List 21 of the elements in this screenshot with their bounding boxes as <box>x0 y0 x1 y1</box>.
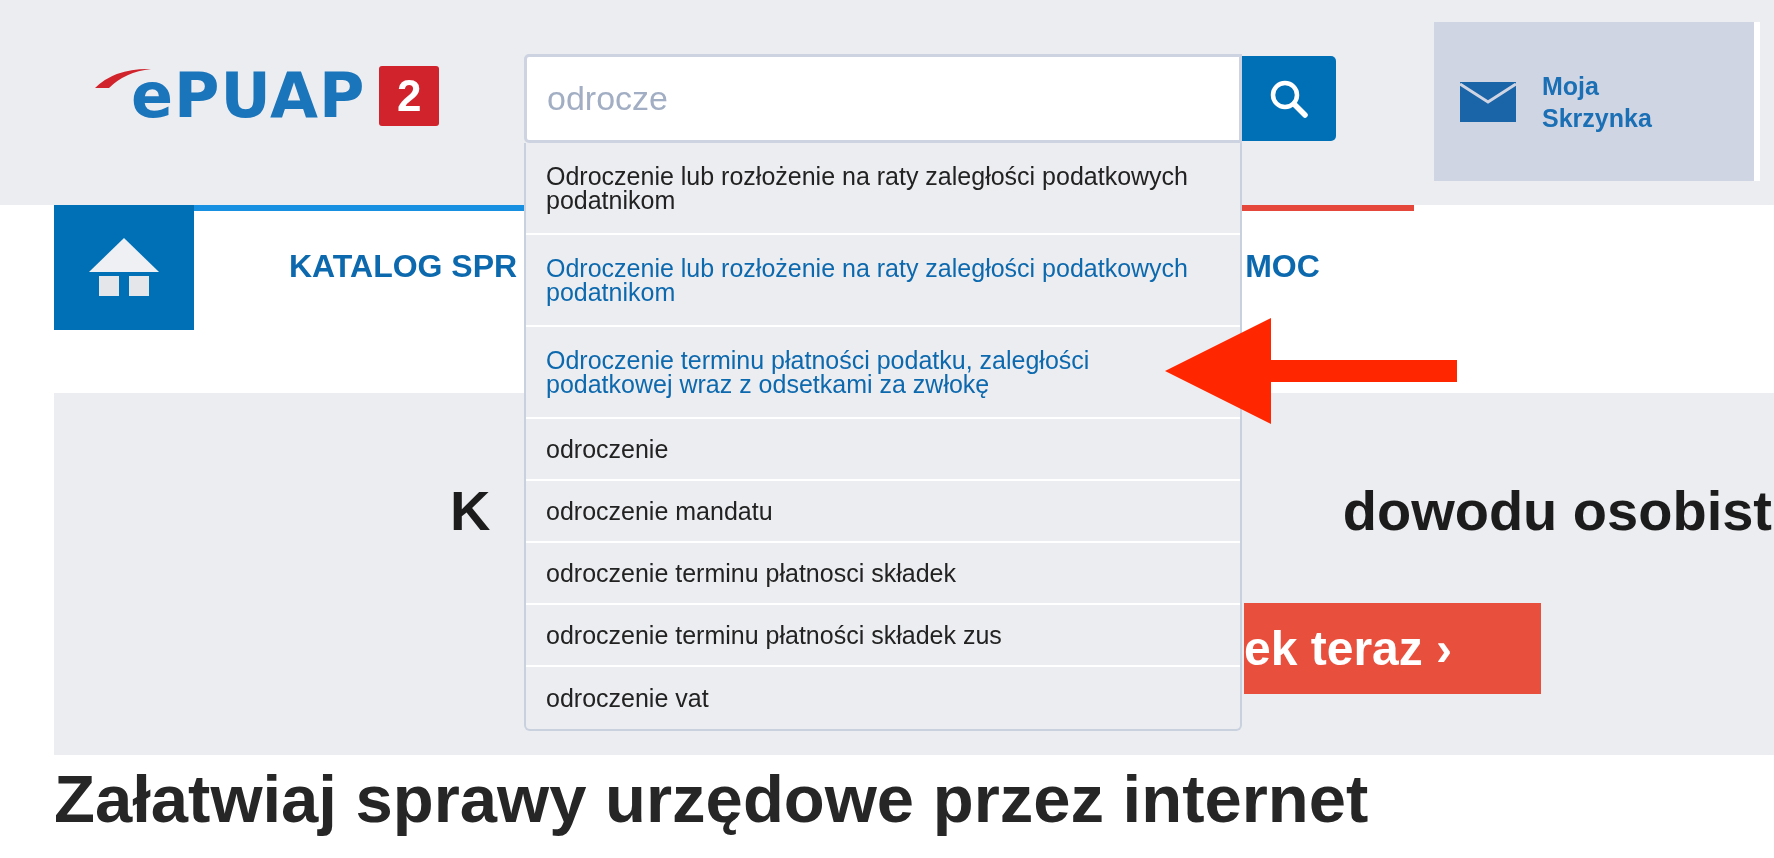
mailbox-link[interactable]: Moja Skrzynka <box>1434 22 1760 181</box>
banner-button[interactable]: ek teraz › <box>1244 603 1541 694</box>
page-heading: Załatwiaj sprawy urzędowe przez internet <box>54 760 1370 838</box>
suggestion-item[interactable]: odroczenie terminu płatności składek zus <box>526 605 1240 667</box>
search-button[interactable] <box>1242 56 1336 141</box>
suggestion-item[interactable]: odroczenie mandatu <box>526 481 1240 543</box>
suggestion-item[interactable]: Odroczenie lub rozłożenie na raty zaległości podatkowych podatnikom <box>526 143 1240 235</box>
home-button[interactable] <box>54 205 194 330</box>
banner-title: dowodu osobist <box>1342 478 1772 543</box>
suggestion-item[interactable]: Odroczenie lub rozłożenie na raty zaległości podatkowych podatnikom <box>526 235 1240 327</box>
logo-text[interactable]: ePUAP <box>131 66 366 126</box>
suggestion-item[interactable]: odroczenie vat <box>526 667 1240 729</box>
mailbox-label: Moja Skrzynka <box>1542 70 1652 134</box>
suggestion-item[interactable]: odroczenie <box>526 419 1240 481</box>
logo-badge: 2 <box>379 66 440 126</box>
nav-link[interactable]: KATALOG SPR <box>289 248 518 285</box>
banner-title: K <box>450 478 491 543</box>
home-icon <box>89 237 159 298</box>
nav-link[interactable]: MOC <box>1245 248 1320 285</box>
envelope-icon <box>1460 81 1516 122</box>
suggestion-item[interactable]: odroczenie terminu płatnosci składek <box>526 543 1240 605</box>
